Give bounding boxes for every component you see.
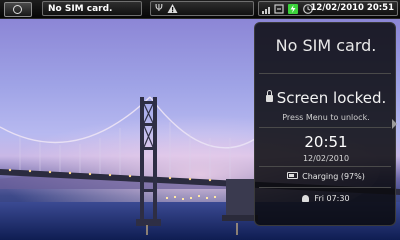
notification-area[interactable]: Ψ bbox=[150, 1, 254, 16]
lock-screen-panel: No SIM card. Screen locked. Press Menu t… bbox=[254, 22, 396, 226]
alarm-label: Fri 07:30 bbox=[314, 194, 350, 203]
status-bar: No SIM card. Ψ 12/02/2010 20:51 bbox=[0, 0, 400, 19]
unlock-hint: Press Menu to unlock. bbox=[282, 113, 370, 122]
charging-status: Charging (97%) bbox=[255, 172, 397, 181]
screen-locked-title: Screen locked. bbox=[255, 89, 397, 107]
panel-arrow-icon bbox=[392, 119, 397, 129]
status-time-date: 12/02/2010 20:51 bbox=[310, 3, 394, 13]
divider bbox=[259, 166, 391, 167]
warning-icon bbox=[167, 4, 178, 13]
sim-status-text: No SIM card. bbox=[275, 36, 377, 55]
sync-icon bbox=[274, 4, 284, 14]
divider bbox=[259, 73, 391, 74]
divider bbox=[259, 127, 391, 128]
clock-date: 12/02/2010 bbox=[302, 154, 350, 163]
alarm-status: Fri 07:30 bbox=[255, 194, 397, 203]
divider bbox=[259, 187, 391, 188]
charging-label: Charging (97%) bbox=[302, 172, 365, 181]
screen-locked-label: Screen locked. bbox=[276, 89, 387, 107]
menu-circle-button[interactable] bbox=[4, 2, 32, 17]
battery-charging-icon bbox=[288, 4, 298, 14]
menu-circle-icon bbox=[13, 5, 22, 14]
system-tray[interactable]: 12/02/2010 20:51 bbox=[258, 1, 398, 16]
bars-icon bbox=[262, 7, 270, 14]
usb-icon: Ψ bbox=[155, 3, 163, 14]
clock-time: 20:51 bbox=[304, 133, 348, 151]
alarm-bell-icon bbox=[302, 195, 310, 202]
battery-icon bbox=[287, 172, 299, 179]
carrier-label: No SIM card. bbox=[42, 1, 142, 16]
lock-icon bbox=[265, 90, 273, 102]
